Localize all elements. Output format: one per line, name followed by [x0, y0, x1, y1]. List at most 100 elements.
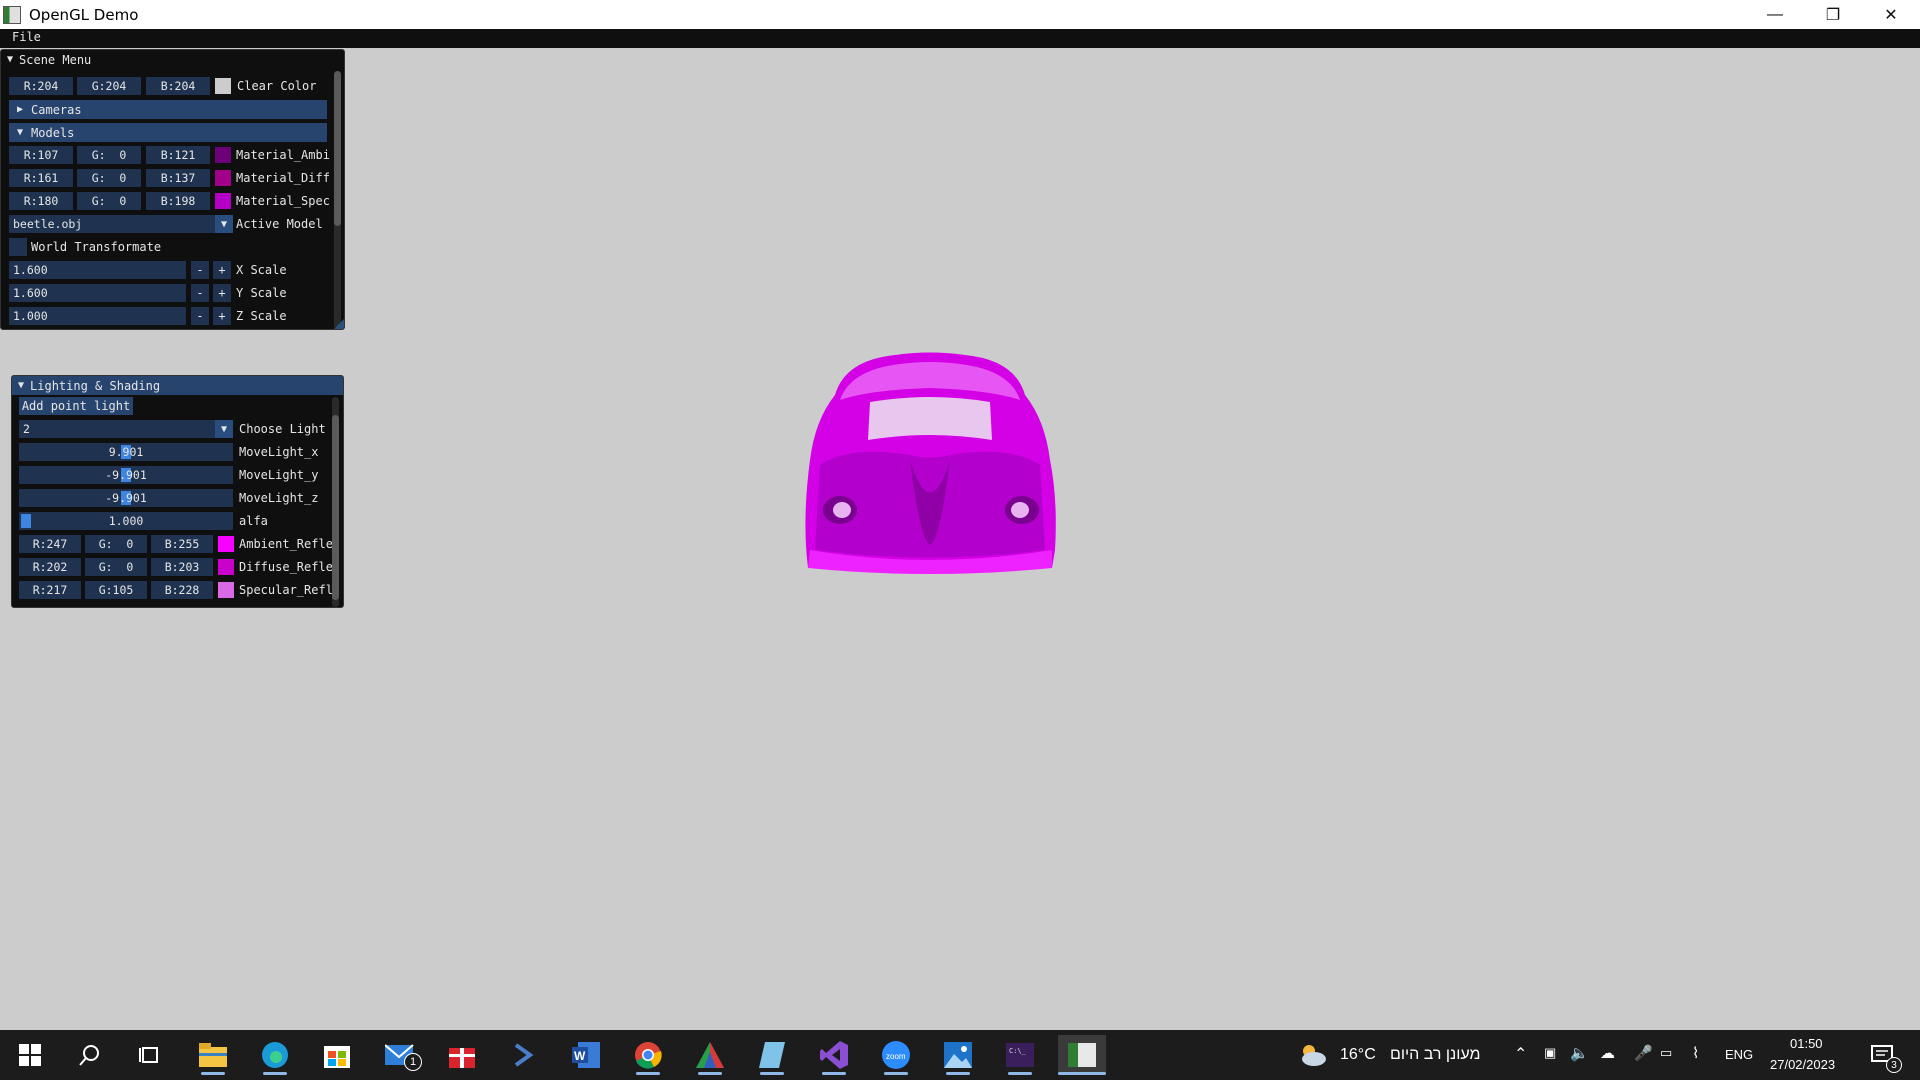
specular-refl-r[interactable]: R:217: [19, 581, 81, 599]
visual-studio-icon[interactable]: [810, 1035, 858, 1075]
material-diffuse-b[interactable]: B:137: [146, 169, 210, 187]
material-ambient-b[interactable]: B:121: [146, 146, 210, 164]
scene-menu-scrollbar[interactable]: [334, 71, 341, 329]
y-scale-plus-button[interactable]: +: [213, 284, 231, 302]
opengl-demo-taskbar-icon[interactable]: [1058, 1035, 1106, 1075]
notification-icon[interactable]: 3: [1862, 1035, 1902, 1075]
weather-temp[interactable]: 16°C: [1340, 1046, 1376, 1064]
gift-icon[interactable]: [438, 1035, 486, 1075]
move-light-y-slider[interactable]: -9.901: [19, 466, 233, 484]
lighting-header[interactable]: ▼ Lighting & Shading: [12, 376, 343, 395]
specular-refl-b[interactable]: B:228: [151, 581, 213, 599]
material-specular-g[interactable]: G: 0: [77, 192, 141, 210]
material-specular-b[interactable]: B:198: [146, 192, 210, 210]
clear-color-b[interactable]: B:204: [146, 77, 210, 95]
y-scale-input[interactable]: 1.600: [9, 284, 186, 302]
alfa-slider[interactable]: 1.000: [19, 512, 233, 530]
z-scale-plus-button[interactable]: +: [213, 307, 231, 325]
material-specular-swatch[interactable]: [215, 193, 231, 209]
specular-refl-g[interactable]: G:105: [85, 581, 147, 599]
x-scale-plus-button[interactable]: +: [213, 261, 231, 279]
slider-grab[interactable]: [21, 514, 31, 528]
world-transform-checkbox[interactable]: [9, 238, 27, 256]
ambient-refl-b[interactable]: B:255: [151, 535, 213, 553]
material-diffuse-g[interactable]: G: 0: [77, 169, 141, 187]
minimize-icon[interactable]: —: [1746, 0, 1804, 29]
chrome-icon[interactable]: [624, 1035, 672, 1075]
move-light-z-slider[interactable]: -9.901: [19, 489, 233, 507]
close-icon[interactable]: ✕: [1862, 0, 1920, 29]
x-scale-minus-button[interactable]: -: [191, 261, 209, 279]
z-scale-minus-button[interactable]: -: [191, 307, 209, 325]
move-light-y-value: -9.901: [105, 468, 147, 482]
material-ambient-swatch[interactable]: [215, 147, 231, 163]
z-scale-label: Z Scale: [236, 309, 287, 323]
clock-date[interactable]: 27/02/2023: [1770, 1057, 1835, 1072]
material-ambient-r[interactable]: R:107: [9, 146, 73, 164]
material-ambient-g[interactable]: G: 0: [77, 146, 141, 164]
wifi-icon[interactable]: ⌇: [1692, 1044, 1699, 1062]
move-light-x-slider[interactable]: 9.901: [19, 443, 233, 461]
task-view-icon[interactable]: [126, 1035, 174, 1075]
menu-file[interactable]: File: [12, 30, 41, 44]
ambient-refl-swatch[interactable]: [218, 536, 234, 552]
x-scale-input[interactable]: 1.600: [9, 261, 186, 279]
powershell-arrow-icon[interactable]: [500, 1035, 548, 1075]
active-model-select[interactable]: beetle.obj: [9, 215, 215, 233]
diffuse-refl-b[interactable]: B:203: [151, 558, 213, 576]
material-diffuse-r[interactable]: R:161: [9, 169, 73, 187]
volume-icon[interactable]: 🔈: [1570, 1044, 1589, 1062]
restore-icon[interactable]: ❐: [1804, 0, 1862, 29]
windows-start-icon[interactable]: [6, 1035, 54, 1075]
language-indicator[interactable]: ENG: [1725, 1047, 1753, 1062]
clear-color-g[interactable]: G:204: [77, 77, 141, 95]
zoom-icon[interactable]: zoom: [872, 1035, 920, 1075]
resize-grip-icon[interactable]: [334, 319, 344, 329]
add-point-light-button[interactable]: Add point light: [19, 397, 133, 415]
search-icon[interactable]: [66, 1035, 114, 1075]
cameras-header[interactable]: ▶ Cameras: [9, 100, 327, 119]
x-scale-label: X Scale: [236, 263, 287, 277]
photos-icon[interactable]: [934, 1035, 982, 1075]
material-diffuse-swatch[interactable]: [215, 170, 231, 186]
expand-triangle-icon: ▶: [17, 104, 24, 115]
scene-menu-header[interactable]: ▼ Scene Menu: [1, 50, 344, 69]
file-explorer-icon[interactable]: [189, 1035, 237, 1075]
material-specular-r[interactable]: R:180: [9, 192, 73, 210]
lighting-scrollbar[interactable]: [332, 397, 339, 607]
clock-time[interactable]: 01:50: [1790, 1036, 1823, 1051]
models-header[interactable]: ▼ Models: [9, 123, 327, 142]
weather-cloud-icon[interactable]: [1292, 1035, 1332, 1075]
chevron-down-icon[interactable]: ▼: [215, 420, 233, 438]
notes-app-icon[interactable]: [748, 1035, 796, 1075]
weather-text[interactable]: מעונן רב היום: [1390, 1046, 1481, 1064]
specular-refl-swatch[interactable]: [218, 582, 234, 598]
meet-now-icon[interactable]: ▣: [1544, 1045, 1556, 1061]
ambient-refl-g[interactable]: G: 0: [85, 535, 147, 553]
choose-light-select[interactable]: 2: [19, 420, 215, 438]
clear-color-swatch[interactable]: [215, 78, 231, 94]
choose-light-label: Choose Light: [239, 422, 326, 436]
mail-icon[interactable]: 1: [376, 1035, 424, 1075]
y-scale-label: Y Scale: [236, 286, 287, 300]
triangle-app-icon[interactable]: [686, 1035, 734, 1075]
edge-browser-icon[interactable]: [251, 1035, 299, 1075]
terminal-icon[interactable]: C:\_: [996, 1035, 1044, 1075]
alfa-value: 1.000: [108, 514, 144, 528]
diffuse-refl-swatch[interactable]: [218, 559, 234, 575]
microphone-icon[interactable]: 🎤: [1634, 1044, 1653, 1062]
z-scale-input[interactable]: 1.000: [9, 307, 186, 325]
clear-color-label: Clear Color: [237, 79, 317, 93]
taskbar: 1 W zoom C:\_ 16°C מעונן רב היום ⌃ ▣ 🔈 ☁…: [0, 1030, 1920, 1080]
diffuse-refl-r[interactable]: R:202: [19, 558, 81, 576]
chevron-up-icon[interactable]: ⌃: [1514, 1044, 1527, 1064]
ambient-refl-r[interactable]: R:247: [19, 535, 81, 553]
word-icon[interactable]: W: [562, 1035, 610, 1075]
y-scale-minus-button[interactable]: -: [191, 284, 209, 302]
store-icon[interactable]: [313, 1035, 361, 1075]
battery-icon[interactable]: ▭: [1660, 1045, 1672, 1061]
clear-color-r[interactable]: R:204: [9, 77, 73, 95]
diffuse-refl-g[interactable]: G: 0: [85, 558, 147, 576]
onedrive-icon[interactable]: ☁: [1600, 1044, 1615, 1062]
chevron-down-icon[interactable]: ▼: [215, 215, 233, 233]
